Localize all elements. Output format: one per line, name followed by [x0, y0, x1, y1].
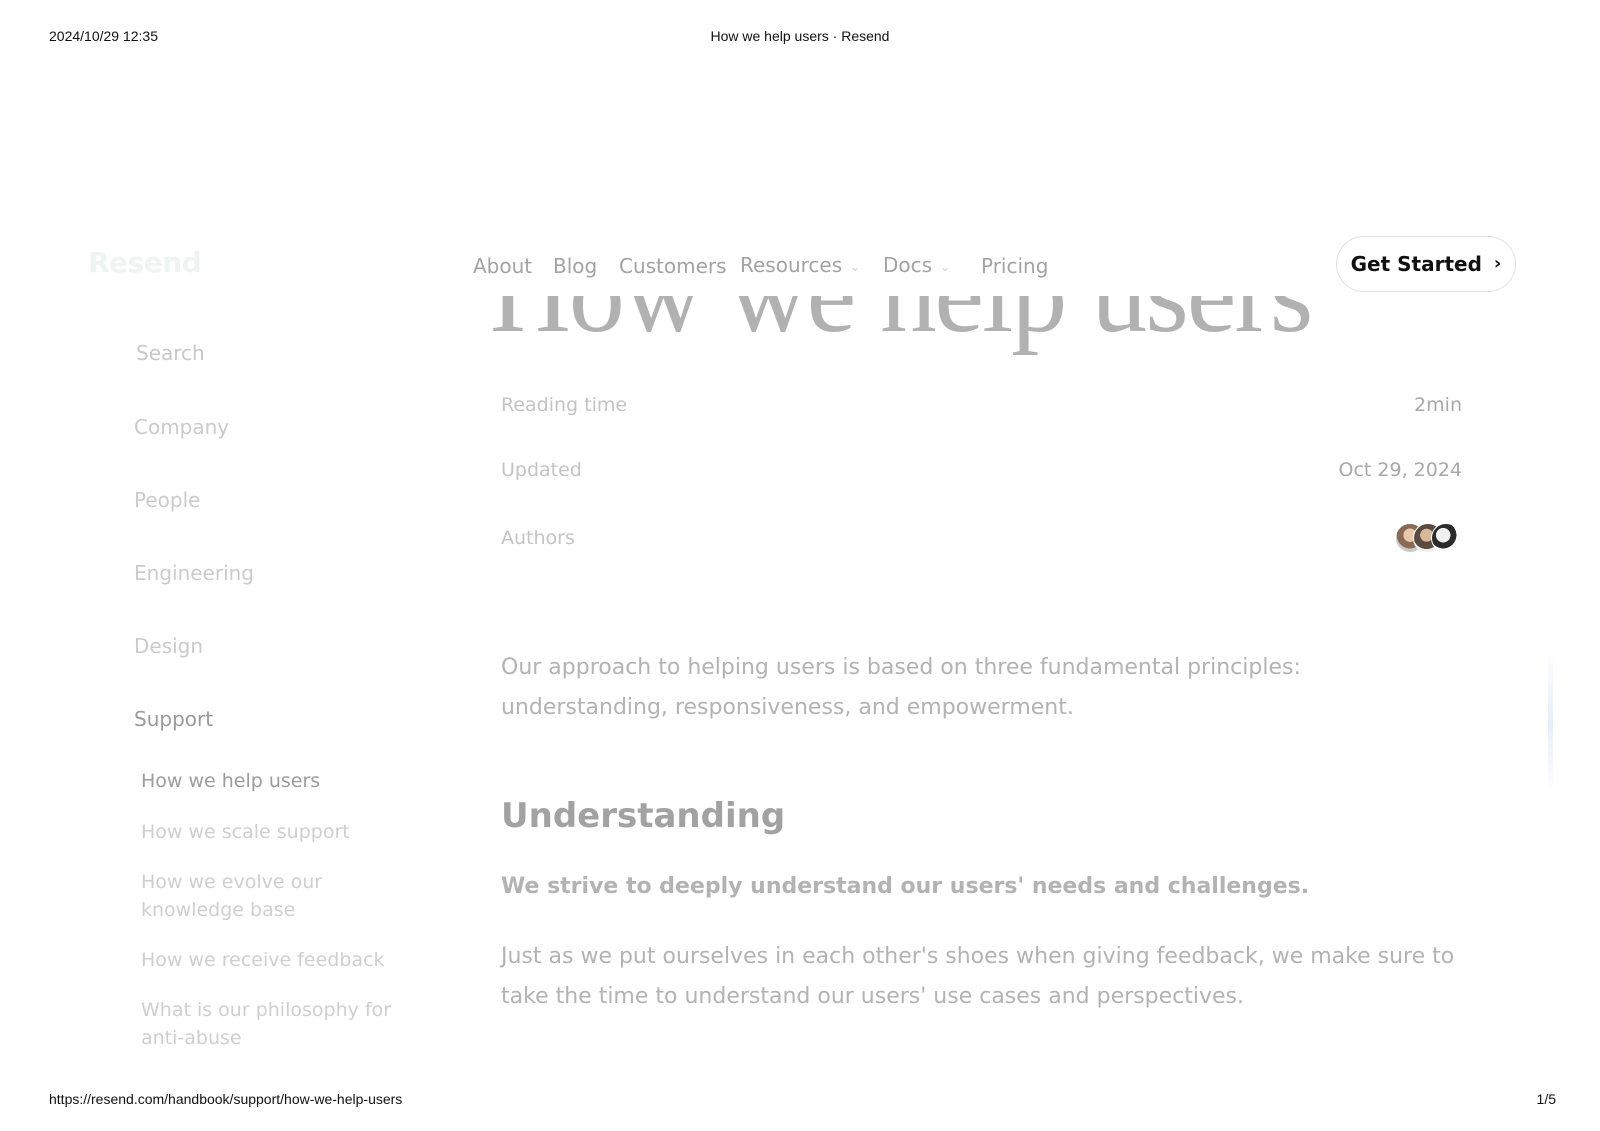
avatar[interactable]: [1431, 523, 1461, 553]
nav-resources[interactable]: Resources ⌄: [740, 253, 860, 277]
resend-logo[interactable]: Resend: [88, 246, 202, 279]
print-title: How we help users · Resend: [710, 28, 890, 44]
sidebar-item-knowledge-base[interactable]: How we evolve our knowledge base: [141, 868, 341, 924]
nav-blog[interactable]: Blog: [553, 254, 597, 278]
print-page-number: 1/5: [1536, 1091, 1556, 1107]
section-lead: We strive to deeply understand our users…: [501, 874, 1310, 899]
print-url: https://resend.com/handbook/support/how-…: [49, 1091, 403, 1107]
nav-resources-label: Resources: [740, 253, 843, 277]
chevron-down-icon: ⌄: [940, 259, 951, 274]
chevron-right-icon: ›: [1493, 253, 1502, 274]
sidebar-item-how-we-scale-support[interactable]: How we scale support: [141, 818, 411, 846]
get-started-button[interactable]: Get Started ›: [1336, 236, 1516, 292]
sidebar-item-anti-abuse[interactable]: What is our philosophy for anti-abuse: [141, 996, 401, 1052]
get-started-label: Get Started: [1350, 252, 1482, 276]
sidebar-section-people[interactable]: People: [134, 488, 200, 512]
section-heading-understanding: Understanding: [501, 796, 786, 836]
nav-customers[interactable]: Customers: [619, 254, 727, 278]
nav-customers-label: Customers: [619, 254, 727, 278]
authors-label: Authors: [501, 527, 575, 549]
section-body-paragraph: Just as we put ourselves in each other's…: [501, 944, 1455, 1009]
nav-docs[interactable]: Docs ⌄: [883, 253, 950, 277]
nav-docs-label: Docs: [883, 253, 933, 277]
page-title: How we help users: [490, 296, 1313, 350]
page-title-container: How we help users: [490, 296, 1410, 356]
sidebar-section-support[interactable]: Support: [134, 707, 213, 731]
nav-pricing-label: Pricing: [981, 254, 1049, 278]
nav-blog-label: Blog: [553, 254, 598, 278]
sidebar-section-engineering[interactable]: Engineering: [134, 561, 254, 585]
sidebar-item-how-we-help-users[interactable]: How we help users: [141, 767, 411, 795]
sidebar-section-company[interactable]: Company: [134, 415, 229, 439]
intro-paragraph: Our approach to helping users is based o…: [501, 655, 1301, 720]
nav-about[interactable]: About: [473, 254, 532, 278]
scroll-indicator: [1548, 650, 1553, 795]
nav-about-label: About: [473, 254, 533, 278]
chevron-down-icon: ⌄: [850, 259, 861, 274]
sidebar-search-input[interactable]: Search: [136, 341, 205, 365]
updated-label: Updated: [501, 459, 582, 481]
author-avatars: [1395, 523, 1463, 553]
nav-pricing[interactable]: Pricing: [981, 254, 1048, 278]
reading-time-label: Reading time: [501, 394, 628, 416]
reading-time-value: 2min: [1414, 394, 1462, 416]
sidebar-section-design[interactable]: Design: [134, 634, 203, 658]
updated-value: Oct 29, 2024: [1338, 459, 1463, 481]
sidebar-item-receive-feedback[interactable]: How we receive feedback: [141, 946, 411, 974]
